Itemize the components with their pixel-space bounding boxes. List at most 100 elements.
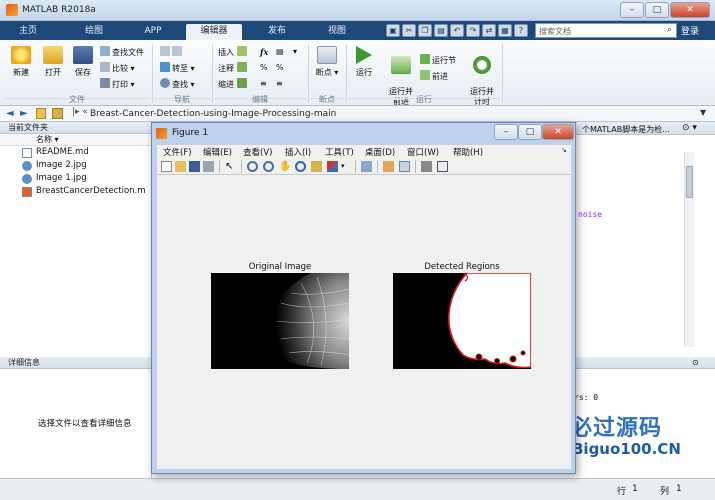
figure-menu-help[interactable]: 帮助(H): [453, 146, 483, 158]
figure-menu-tools[interactable]: 工具(T): [325, 146, 354, 158]
compare-button[interactable]: 比较 ▾: [100, 62, 135, 74]
insert-button[interactable]: 插入: [218, 46, 249, 58]
legend-icon[interactable]: [399, 161, 410, 172]
up-folder-icon[interactable]: [36, 108, 46, 119]
current-path[interactable]: Breast-Cancer-Detection-using-Image-Proc…: [90, 109, 336, 119]
tab-apps[interactable]: APP: [130, 24, 176, 40]
switch-window-icon[interactable]: ⇄: [482, 24, 496, 37]
status-row-label: 行: [617, 487, 627, 497]
maximize-button[interactable]: □: [645, 2, 669, 18]
name-column-header[interactable]: 名称 ▾: [0, 134, 151, 146]
figure-window[interactable]: Figure 1 – □ ✕ 文件(F) 编辑(E) 查看(V) 插入(I) 工…: [151, 122, 576, 474]
figure-canvas[interactable]: Original Image Detected Regions: [157, 175, 571, 469]
tab-home[interactable]: 主页: [8, 24, 48, 40]
colorbar-icon[interactable]: [383, 161, 394, 172]
save-label: 保存: [75, 68, 91, 77]
tab-plots[interactable]: 绘图: [72, 24, 116, 40]
new-button[interactable]: 新建: [6, 46, 36, 78]
help-icon[interactable]: ?: [514, 24, 528, 37]
find-button[interactable]: 查找 ▾: [160, 78, 195, 90]
divider: [219, 160, 220, 173]
back-icon[interactable]: ◄: [6, 108, 14, 119]
comment-button[interactable]: 注释: [218, 62, 249, 74]
redo-icon[interactable]: ↷: [466, 24, 480, 37]
run-button[interactable]: 运行: [350, 46, 378, 78]
figure-menu-file[interactable]: 文件(F): [163, 146, 192, 158]
brush-icon[interactable]: [327, 161, 338, 172]
new-figure-icon[interactable]: [161, 161, 172, 172]
goto-button[interactable]: 转至 ▾: [160, 62, 195, 74]
minimize-button[interactable]: –: [620, 2, 644, 18]
command-options-icon[interactable]: ⊙: [692, 358, 699, 367]
quick-save-icon[interactable]: ▣: [386, 24, 400, 37]
figure-menu-view[interactable]: 查看(V): [243, 146, 272, 158]
run-section-label: 运行节: [432, 56, 456, 65]
browse-folder-icon[interactable]: [52, 108, 63, 119]
uncomment-icon[interactable]: %: [276, 62, 284, 74]
insert-section-icon[interactable]: ▤: [276, 46, 284, 58]
print-label: 打印: [112, 80, 128, 89]
forward-icon[interactable]: ►: [20, 108, 28, 119]
figure-close-button[interactable]: ✕: [542, 124, 574, 140]
search-icon[interactable]: ⌕: [667, 25, 672, 35]
brush-dropdown-icon[interactable]: ▾: [341, 161, 352, 172]
hide-plot-tools-icon[interactable]: [421, 161, 432, 172]
figure-menu-edit[interactable]: 编辑(E): [203, 146, 232, 158]
percent-icon[interactable]: %: [260, 62, 268, 74]
list-item[interactable]: Image 1.jpg: [0, 172, 151, 185]
figure-maximize-button[interactable]: □: [518, 124, 542, 140]
list-item[interactable]: BreastCancerDetection.m: [0, 185, 151, 198]
quick-copy-icon[interactable]: ❐: [418, 24, 432, 37]
outdent-icon[interactable]: ≡: [276, 78, 283, 90]
tab-view[interactable]: 视图: [314, 24, 360, 40]
search-input[interactable]: 搜索文档 ⌕: [535, 23, 677, 38]
save-button[interactable]: 保存: [68, 46, 98, 78]
editor-scrollbar[interactable]: [684, 152, 694, 347]
link-plot-icon[interactable]: [361, 161, 372, 172]
fx-button[interactable]: fx: [260, 46, 268, 58]
more-dropdown-icon[interactable]: ▾: [293, 46, 297, 58]
new-label: 新建: [13, 68, 29, 77]
find-files-button[interactable]: 查找文件: [100, 46, 144, 58]
advance-button[interactable]: 前进: [420, 70, 448, 82]
undo-icon[interactable]: ↶: [450, 24, 464, 37]
save-figure-icon[interactable]: [189, 161, 200, 172]
open-file-icon[interactable]: [175, 161, 186, 172]
zoom-in-icon[interactable]: [247, 161, 258, 172]
run-section-button[interactable]: 运行节: [420, 54, 456, 66]
open-label: 打开: [45, 68, 61, 77]
divider: [502, 44, 503, 102]
close-button[interactable]: ✕: [670, 2, 710, 18]
figure-minimize-button[interactable]: –: [494, 124, 518, 140]
layout-icon[interactable]: ▦: [498, 24, 512, 37]
data-cursor-icon[interactable]: [311, 161, 322, 172]
figure-menu-desktop[interactable]: 桌面(D): [365, 146, 395, 158]
quick-cut-icon[interactable]: ✂: [402, 24, 416, 37]
zoom-out-icon[interactable]: [263, 161, 274, 172]
editor-close-icon[interactable]: ⊙ ▾: [682, 123, 697, 133]
indent-button[interactable]: 缩进: [218, 78, 249, 90]
breakpoints-button[interactable]: 断点 ▾: [312, 46, 342, 78]
list-item[interactable]: Image 2.jpg: [0, 159, 151, 172]
file-list: README.md Image 2.jpg Image 1.jpg BreastCan…: [0, 146, 151, 198]
nav-arrows[interactable]: [160, 46, 184, 58]
quick-paste-icon[interactable]: ▤: [434, 24, 448, 37]
show-plot-tools-icon[interactable]: [437, 161, 448, 172]
path-dropdown-icon[interactable]: ▼: [700, 108, 706, 117]
open-button[interactable]: 打开: [38, 46, 68, 78]
list-item[interactable]: README.md: [0, 146, 151, 159]
rotate-3d-icon[interactable]: [295, 161, 306, 172]
figure-menu-insert[interactable]: 插入(I): [285, 146, 311, 158]
tab-publish[interactable]: 发布: [254, 24, 300, 40]
print-figure-icon[interactable]: [203, 161, 214, 172]
figure-menu-window[interactable]: 窗口(W): [407, 146, 439, 158]
login-link[interactable]: 登录: [681, 24, 699, 37]
editor-scroll-thumb[interactable]: [686, 166, 693, 198]
detected-regions-image: [393, 273, 531, 369]
figure-menu-dock-icon[interactable]: ↘: [561, 146, 567, 154]
tab-editor[interactable]: 编辑器: [186, 24, 242, 40]
pan-icon[interactable]: ✋: [279, 161, 291, 172]
print-button[interactable]: 打印 ▾: [100, 78, 135, 90]
edit-plot-icon[interactable]: ↖: [225, 161, 236, 172]
smart-indent-icon[interactable]: ≡: [260, 78, 267, 90]
